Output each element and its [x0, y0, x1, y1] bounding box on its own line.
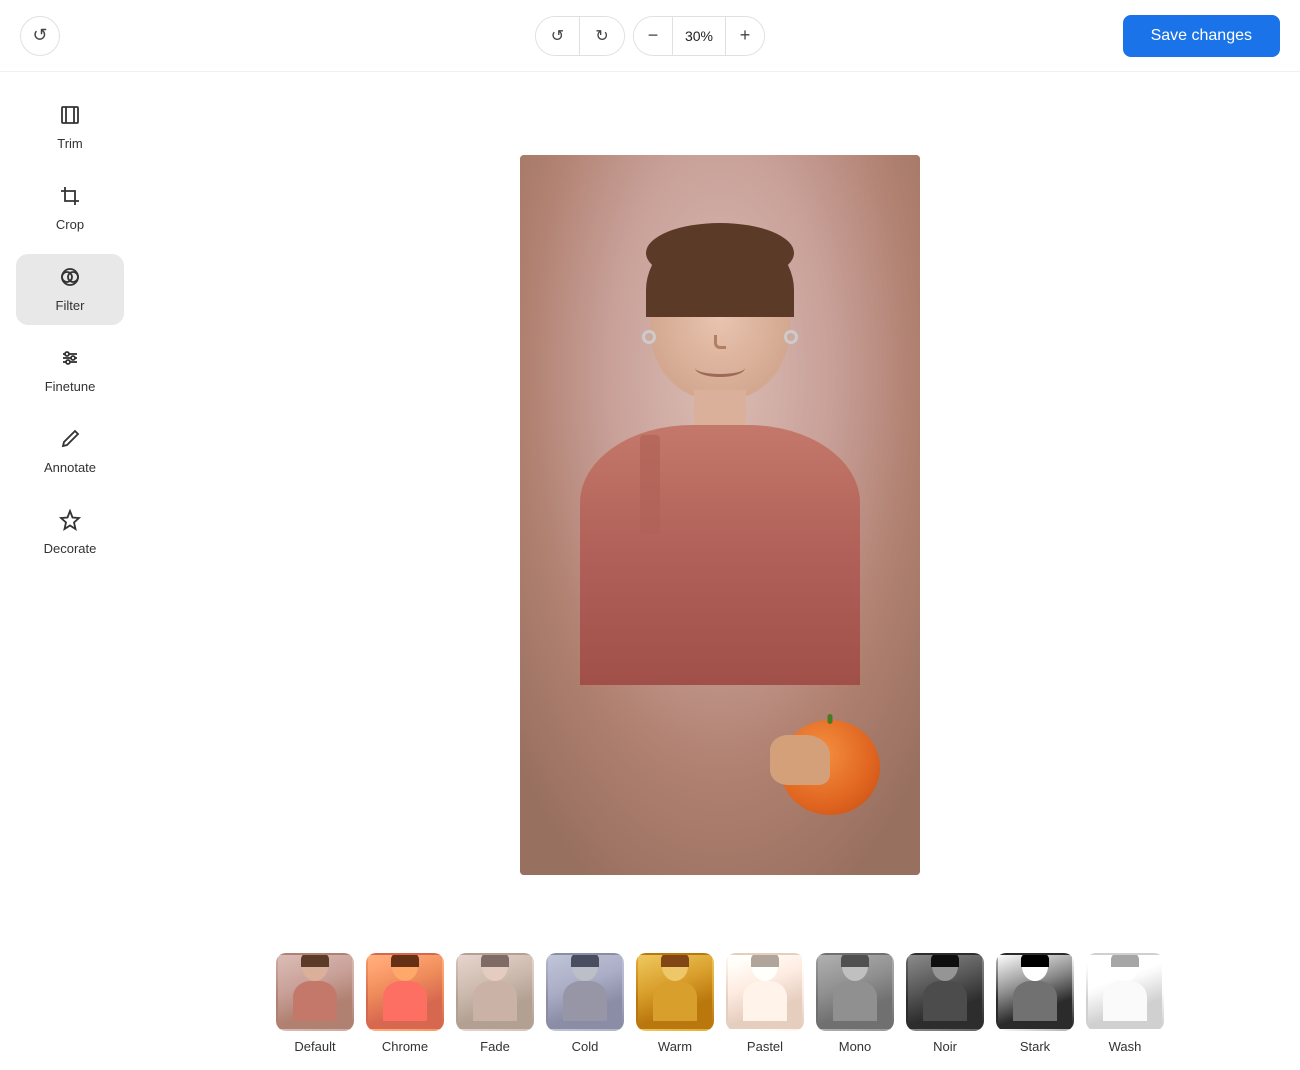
- photo-canvas: [520, 155, 920, 875]
- decorate-icon: [59, 509, 81, 535]
- canvas-area: Default Chrome: [140, 72, 1300, 1070]
- sidebar-item-annotate[interactable]: Annotate: [16, 416, 124, 487]
- filter-label-default: Default: [294, 1039, 335, 1054]
- tiny-face-mono: [833, 953, 877, 1023]
- filter-label-stark: Stark: [1020, 1039, 1050, 1054]
- annotate-icon: [59, 428, 81, 454]
- filter-item-mono[interactable]: Mono: [810, 953, 900, 1054]
- finetune-icon: [59, 347, 81, 373]
- filter-item-default[interactable]: Default: [270, 953, 360, 1054]
- filter-thumb-chrome: [366, 953, 444, 1031]
- crop-label: Crop: [56, 217, 84, 232]
- decorate-label: Decorate: [44, 541, 97, 556]
- filter-label-wash: Wash: [1109, 1039, 1142, 1054]
- toolbar-center: ↺ ↻ − 30% +: [535, 16, 765, 56]
- undo-redo-group: ↺ ↻: [535, 16, 625, 56]
- filter-thumb-stark: [996, 953, 1074, 1031]
- tiny-face-noir: [923, 953, 967, 1023]
- trim-icon: [59, 104, 81, 130]
- filter-thumb-default: [276, 953, 354, 1031]
- annotate-label: Annotate: [44, 460, 96, 475]
- filter-thumb-fade: [456, 953, 534, 1031]
- filter-item-warm[interactable]: Warm: [630, 953, 720, 1054]
- tiny-face-default: [293, 953, 337, 1023]
- minus-icon: −: [648, 25, 659, 46]
- filter-label-fade: Fade: [480, 1039, 510, 1054]
- zoom-group: − 30% +: [633, 16, 765, 56]
- filter-label-pastel: Pastel: [747, 1039, 783, 1054]
- image-container: [140, 92, 1300, 937]
- filter-label-mono: Mono: [839, 1039, 872, 1054]
- filter-thumb-pastel: [726, 953, 804, 1031]
- filter-label-noir: Noir: [933, 1039, 957, 1054]
- filter-item-noir[interactable]: Noir: [900, 953, 990, 1054]
- filter-label-cold: Cold: [572, 1039, 599, 1054]
- filter-item-cold[interactable]: Cold: [540, 953, 630, 1054]
- sidebar-item-filter[interactable]: Filter: [16, 254, 124, 325]
- filter-item-fade[interactable]: Fade: [450, 953, 540, 1054]
- filter-item-pastel[interactable]: Pastel: [720, 953, 810, 1054]
- filter-icon: [59, 266, 81, 292]
- filter-thumb-cold: [546, 953, 624, 1031]
- filter-thumb-mono: [816, 953, 894, 1031]
- tiny-face-pastel: [743, 953, 787, 1023]
- main-layout: Trim Crop Filter: [0, 72, 1300, 1070]
- tiny-face-stark: [1013, 953, 1057, 1023]
- sidebar-item-trim[interactable]: Trim: [16, 92, 124, 163]
- tiny-face-fade: [473, 953, 517, 1023]
- sidebar-item-decorate[interactable]: Decorate: [16, 497, 124, 568]
- toolbar: ↺ ↺ ↻ − 30% + Save changes: [0, 0, 1300, 72]
- history-icon: ↺: [32, 25, 47, 46]
- filter-item-wash[interactable]: Wash: [1080, 953, 1170, 1054]
- zoom-plus-button[interactable]: +: [726, 17, 764, 55]
- filter-item-chrome[interactable]: Chrome: [360, 953, 450, 1054]
- redo-button[interactable]: ↻: [580, 17, 624, 55]
- toolbar-left: ↺: [20, 16, 60, 56]
- sidebar-item-crop[interactable]: Crop: [16, 173, 124, 244]
- filter-thumb-noir: [906, 953, 984, 1031]
- filter-strip: Default Chrome: [140, 937, 1300, 1070]
- tiny-face-chrome: [383, 953, 427, 1023]
- arm: [770, 685, 880, 815]
- redo-icon: ↻: [595, 26, 608, 46]
- zoom-minus-button[interactable]: −: [634, 17, 672, 55]
- crop-icon: [59, 185, 81, 211]
- sidebar-item-finetune[interactable]: Finetune: [16, 335, 124, 406]
- zoom-value: 30%: [672, 17, 726, 55]
- history-button[interactable]: ↺: [20, 16, 60, 56]
- tiny-face-cold: [563, 953, 607, 1023]
- filter-label: Filter: [56, 298, 85, 313]
- finetune-label: Finetune: [45, 379, 96, 394]
- filter-thumb-wash: [1086, 953, 1164, 1031]
- filter-label-warm: Warm: [658, 1039, 692, 1054]
- sidebar: Trim Crop Filter: [0, 72, 140, 1070]
- undo-button[interactable]: ↺: [536, 17, 580, 55]
- trim-label: Trim: [57, 136, 83, 151]
- tiny-face-wash: [1103, 953, 1147, 1023]
- filter-label-chrome: Chrome: [382, 1039, 428, 1054]
- filter-thumb-warm: [636, 953, 714, 1031]
- tiny-face-warm: [653, 953, 697, 1023]
- save-button[interactable]: Save changes: [1123, 15, 1280, 57]
- plus-icon: +: [740, 25, 751, 46]
- shoulders: [580, 425, 860, 685]
- filter-item-stark[interactable]: Stark: [990, 953, 1080, 1054]
- undo-icon: ↺: [551, 26, 564, 46]
